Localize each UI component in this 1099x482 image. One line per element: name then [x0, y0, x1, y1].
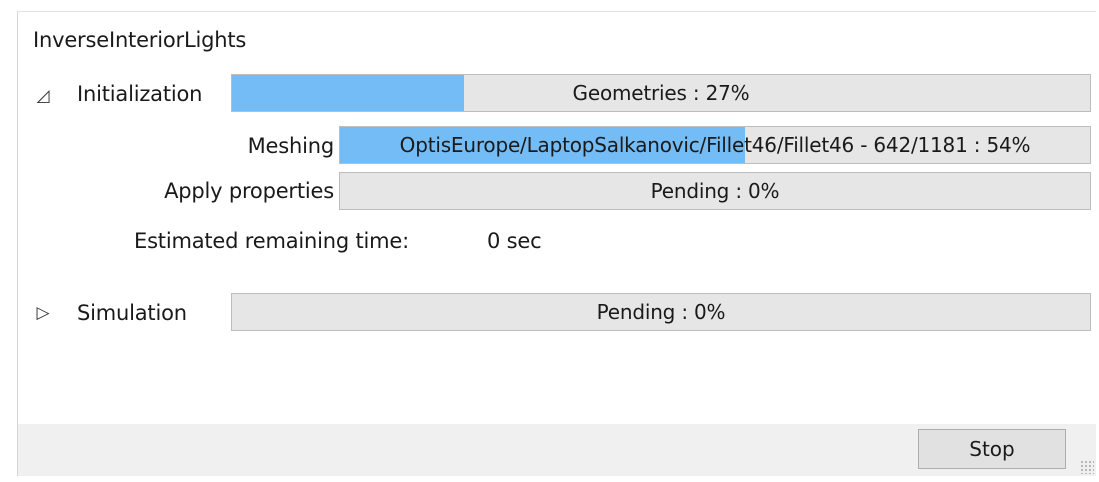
expanded-triangle-icon[interactable]: ◿ [33, 86, 53, 106]
simulation-progress-bar: Pending : 0% [231, 293, 1091, 331]
estimated-time-value: 0 sec [487, 229, 542, 253]
meshing-progress-text: OptisEurope/LaptopSalkanovic/Fillet46/Fi… [399, 133, 1031, 157]
stop-button[interactable]: Stop [918, 429, 1066, 469]
initialization-progress-text: Geometries : 27% [572, 81, 750, 105]
meshing-label: Meshing [247, 134, 335, 158]
apply-properties-progress-text: Pending : 0% [650, 179, 780, 203]
initialization-label: Initialization [77, 82, 203, 106]
simulation-progress-text: Pending : 0% [596, 300, 726, 324]
initialization-progress-bar: Geometries : 27% [231, 74, 1091, 112]
progress-window: InverseInteriorLights ◿ Initialization G… [17, 11, 1096, 476]
resize-grip-icon[interactable] [1080, 460, 1094, 474]
meshing-progress-bar: OptisEurope/LaptopSalkanovic/Fillet46/Fi… [339, 126, 1091, 164]
simulation-label: Simulation [77, 301, 187, 325]
apply-properties-progress-bar: Pending : 0% [339, 172, 1091, 210]
estimated-time-label: Estimated remaining time: [134, 229, 409, 253]
window-title: InverseInteriorLights [33, 28, 247, 52]
dialog-footer: Stop [18, 424, 1096, 476]
apply-properties-label: Apply properties [164, 179, 334, 203]
collapsed-triangle-icon[interactable]: ▷ [33, 303, 53, 323]
